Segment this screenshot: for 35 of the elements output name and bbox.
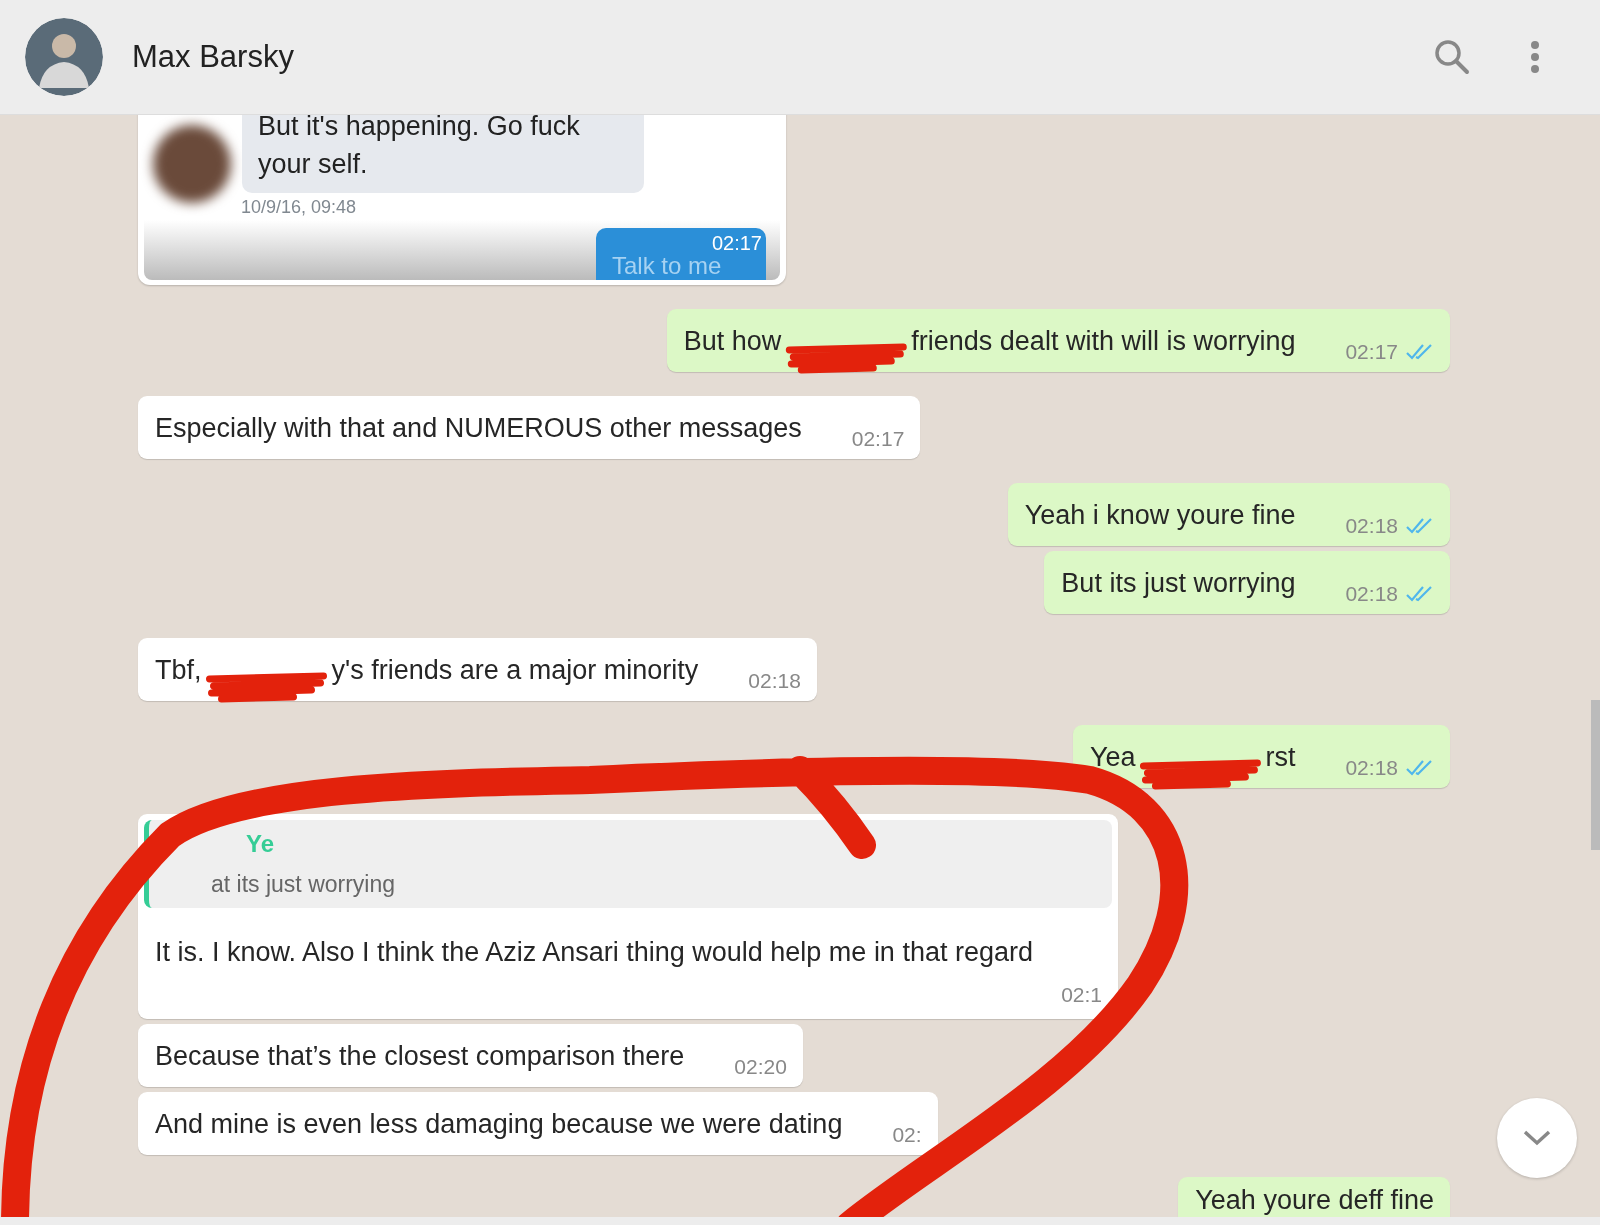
scroll-down-button[interactable] bbox=[1497, 1098, 1577, 1178]
message-text: And mine is even less damaging because we were dating bbox=[155, 1108, 843, 1141]
message-time: 02:17 bbox=[711, 232, 762, 255]
message-text: Tbf, bbox=[155, 654, 202, 687]
message-time: 02:20 bbox=[734, 1055, 787, 1079]
avatar-silhouette[interactable] bbox=[25, 18, 103, 96]
message-text: Especially with that and NUMEROUS other messages bbox=[155, 412, 802, 445]
scrollbar-thumb[interactable] bbox=[1591, 700, 1600, 850]
message-time: 02:18 bbox=[1345, 514, 1398, 538]
message-text: rst bbox=[1265, 741, 1296, 774]
message-text: But its just worrying bbox=[1061, 567, 1296, 600]
message-text: y's friends are a major minority bbox=[331, 654, 699, 687]
message-text: Yeah i know youre fine bbox=[1024, 499, 1296, 532]
menu-icon[interactable] bbox=[1530, 40, 1540, 74]
contact-name: Max Barsky bbox=[132, 39, 295, 75]
message-time: 02:17 bbox=[1345, 340, 1398, 364]
quoted-reply-box[interactable]: Ye at its just worrying bbox=[144, 820, 1112, 908]
message-text: Yeah youre deff fine bbox=[1195, 1184, 1434, 1217]
quote-text: at its just worrying bbox=[211, 871, 397, 898]
message-text: friends dealt with will is worrying bbox=[911, 325, 1296, 358]
message-date: 10/9/16, 09:48 bbox=[241, 197, 357, 218]
chevron-down-icon bbox=[1522, 1129, 1552, 1147]
quoted-message-text: But it's happening. Go fuck your self. bbox=[242, 115, 644, 193]
message-time: 02:18 bbox=[1345, 582, 1398, 606]
message-time: 02:17 bbox=[851, 427, 905, 451]
message-text: Because that’s the closest comparison there bbox=[155, 1040, 685, 1073]
quote-author: Ye bbox=[246, 830, 276, 858]
message-time: 02:18 bbox=[1345, 756, 1398, 780]
search-icon[interactable] bbox=[1434, 39, 1470, 75]
message-time: 02:1 bbox=[1061, 983, 1102, 1007]
message-text: It is. I know. Also I think the Aziz Ansari thing would help me in that regard bbox=[154, 936, 1034, 969]
message-time: 02:18 bbox=[748, 669, 801, 693]
message-time: 02: bbox=[892, 1123, 922, 1147]
message-text: Yea bbox=[1089, 741, 1136, 774]
message-text: But how bbox=[683, 325, 782, 358]
